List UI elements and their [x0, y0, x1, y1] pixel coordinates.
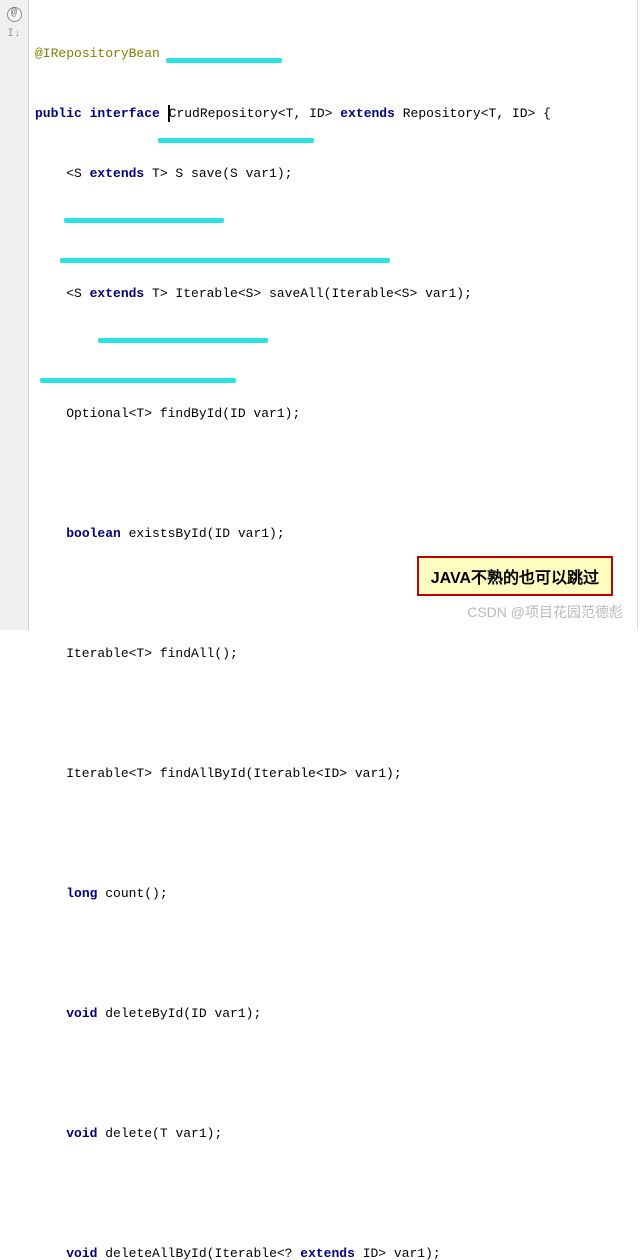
code-blank-line — [35, 824, 551, 844]
editor-gutter: @ I↓ — [0, 0, 29, 630]
code-line: Optional<T> findById(ID var1); — [35, 404, 551, 424]
code-line: Iterable<T> findAll(); — [35, 644, 551, 664]
code-line: <S extends T> Iterable<S> saveAll(Iterab… — [35, 284, 551, 304]
code-blank-line — [35, 704, 551, 724]
annotation-callout: JAVA不熟的也可以跳过 — [417, 556, 613, 596]
code-line: void delete(T var1); — [35, 1124, 551, 1144]
code-blank-line — [35, 944, 551, 964]
code-line: public interface CrudRepository<T, ID> e… — [35, 104, 551, 124]
highlight-underline — [40, 378, 236, 383]
code-editor: @IRepositoryBean public interface CrudRe… — [29, 0, 551, 630]
code-blank-line — [35, 1184, 551, 1204]
code-line: @IRepositoryBean — [35, 44, 551, 64]
highlight-underline — [158, 138, 314, 143]
code-blank-line — [35, 1064, 551, 1084]
code-line: long count(); — [35, 884, 551, 904]
code-line: boolean existsById(ID var1); — [35, 524, 551, 544]
code-blank-line — [35, 224, 551, 244]
highlight-underline — [166, 58, 282, 63]
code-blank-line — [35, 464, 551, 484]
watermark-text: CSDN @项目花园范德彪 — [467, 602, 623, 622]
gutter-impl-icon: I↓ — [0, 24, 28, 44]
right-margin-line — [637, 0, 638, 630]
code-line: Iterable<T> findAllById(Iterable<ID> var… — [35, 764, 551, 784]
highlight-underline — [60, 258, 390, 263]
code-line: void deleteById(ID var1); — [35, 1004, 551, 1024]
highlight-underline — [64, 218, 224, 223]
code-blank-line — [35, 344, 551, 364]
gutter-annotation-icon: @ — [0, 4, 28, 24]
highlight-underline — [98, 338, 268, 343]
code-line: <S extends T> S save(S var1); — [35, 164, 551, 184]
code-line: void deleteAllById(Iterable<? extends ID… — [35, 1244, 551, 1260]
